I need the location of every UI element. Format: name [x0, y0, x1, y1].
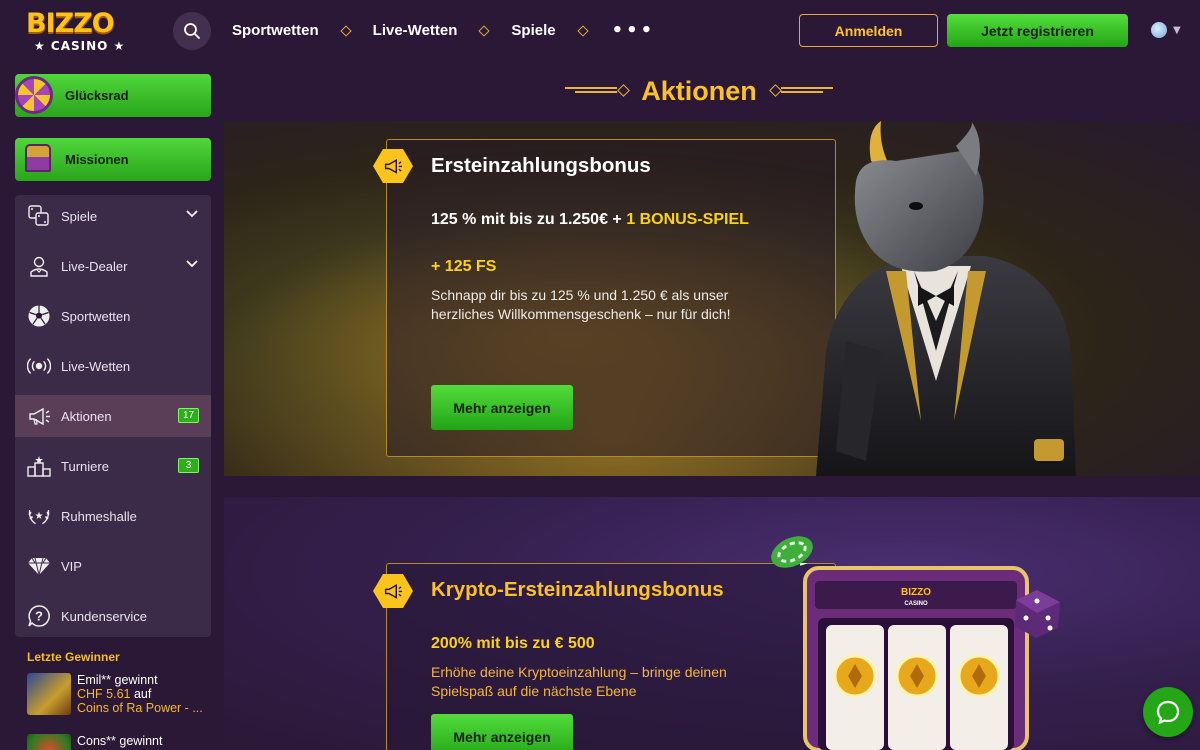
sidebar-item-live-wetten[interactable]: Live-Wetten	[15, 345, 211, 387]
sidebar-item-label: Spiele	[61, 208, 98, 224]
winner-game[interactable]: Coins of Ra Power - ...	[77, 701, 203, 715]
megaphone-icon	[27, 404, 51, 428]
show-more-button[interactable]: Mehr anzeigen	[431, 385, 573, 430]
winner-name: Cons** gewinnt	[77, 734, 163, 748]
sidebar-item-label: Ruhmeshalle	[61, 508, 137, 524]
dice-icon	[1015, 590, 1060, 638]
chevron-down-icon[interactable]	[185, 257, 199, 271]
sidebar-item-turniere[interactable]: Turniere 3	[15, 445, 211, 487]
promo-offer-extra: + 125 FS	[431, 258, 497, 275]
nav-separator	[335, 26, 357, 36]
winner-amount-line: CHF 5.61 auf	[77, 687, 151, 701]
sidebar-item-sportwetten[interactable]: Sportwetten	[15, 295, 211, 337]
count-badge: 3	[178, 458, 199, 473]
slot-logo-sub: CASINO	[904, 601, 928, 607]
nav-separator	[572, 26, 594, 36]
chevron-down-icon[interactable]	[185, 207, 199, 221]
sidebar-menu: Spiele Live-Dealer Sportwetten Live-Wett…	[15, 195, 211, 637]
promo-title: Krypto-Ersteinzahlungsbonus	[431, 578, 724, 601]
bizzo-casino-logo[interactable]: BIZZO ★ CASINO ★	[24, 8, 128, 54]
slot-machine-illustration: BIZZO CASINO	[800, 563, 1029, 750]
promo-offer: 200% mit bis zu € 500	[431, 635, 595, 652]
sidebar-item-label: Kundenservice	[61, 608, 147, 624]
nav-spiele[interactable]: Spiele	[511, 22, 555, 39]
count-badge: 17	[178, 408, 199, 423]
logo-text: BIZZO	[26, 8, 115, 39]
sidebar-item-label: Live-Dealer	[61, 258, 128, 274]
register-button[interactable]: Jetzt registrieren	[947, 14, 1128, 47]
login-button[interactable]: Anmelden	[799, 14, 938, 47]
title-ornament-right	[768, 84, 833, 98]
search-button[interactable]	[173, 12, 211, 50]
winner-item[interactable]: Emil** gewinnt CHF 5.61 auf Coins of Ra …	[27, 673, 217, 723]
live-broadcast-icon	[27, 354, 51, 378]
live-chat-button[interactable]	[1143, 687, 1193, 737]
sidebar-item-label: Live-Wetten	[61, 358, 131, 374]
slot-logo: BIZZO	[901, 587, 931, 598]
language-selector[interactable]: ▼	[1151, 22, 1181, 38]
sidebar-item-kundenservice[interactable]: ? Kundenservice	[15, 595, 211, 637]
sidebar-item-label: VIP	[61, 558, 82, 574]
chevron-down-icon: ▼	[1173, 24, 1181, 36]
promo-description: Erhöhe deine Kryptoeinzahlung – bringe d…	[431, 664, 727, 699]
help-icon: ?	[27, 604, 51, 628]
logo-subtext: ★ CASINO ★	[34, 39, 126, 53]
wheel-of-fortune-button[interactable]: Glücksrad	[15, 74, 211, 117]
winner-name: Emil** gewinnt	[77, 673, 158, 687]
top-header: BIZZO ★ CASINO ★ Sportwetten Live-Wetten…	[0, 0, 1200, 62]
poker-chip-icon	[771, 536, 813, 568]
treasure-chest-icon	[25, 144, 51, 172]
chat-bubble-icon	[1156, 700, 1180, 725]
page-title-text: Aktionen	[641, 75, 757, 106]
promo-offer-text: 125 % mit bis zu 1.250€ +	[431, 211, 627, 228]
sidebar-item-ruhmeshalle[interactable]: Ruhmeshalle	[15, 495, 211, 537]
sidebar-item-label: Aktionen	[61, 408, 112, 424]
page-title: Aktionen	[563, 74, 835, 108]
podium-icon	[27, 454, 51, 478]
soccer-ball-icon	[27, 304, 51, 328]
svg-text:?: ?	[35, 609, 43, 624]
rhino-mascot-illustration	[816, 121, 1076, 476]
title-ornament-left	[565, 84, 631, 98]
nav-separator	[473, 26, 495, 36]
winner-on: auf	[133, 687, 152, 701]
game-thumbnail[interactable]	[27, 734, 71, 750]
sidebar: Glücksrad Missionen Spiele Live-Dealer S…	[0, 62, 224, 750]
sidebar-item-live-dealer[interactable]: Live-Dealer	[15, 245, 211, 287]
show-more-button[interactable]: Mehr anzeigen	[431, 714, 573, 750]
sidebar-item-label: Turniere	[61, 458, 109, 474]
wheel-label: Glücksrad	[65, 88, 129, 103]
promo-offer: 125 % mit bis zu 1.250€ + 1 BONUS-SPIEL	[431, 211, 749, 229]
promo-title: Ersteinzahlungsbonus	[431, 154, 651, 177]
promo-offer-highlight: 1 BONUS-SPIEL	[626, 211, 749, 228]
sidebar-item-vip[interactable]: VIP	[15, 545, 211, 587]
game-thumbnail[interactable]	[27, 673, 71, 715]
missions-label: Missionen	[65, 152, 129, 167]
search-icon	[184, 23, 200, 39]
sidebar-item-aktionen[interactable]: Aktionen 17	[15, 395, 211, 437]
missions-button[interactable]: Missionen	[15, 138, 211, 181]
dealer-icon	[27, 254, 51, 278]
promo-description: Schnapp dir bis zu 125 % und 1.250 € als…	[431, 287, 731, 322]
nav-live-wetten[interactable]: Live-Wetten	[373, 22, 458, 39]
sidebar-item-spiele[interactable]: Spiele	[15, 195, 211, 237]
winner-amount: CHF 5.61	[77, 687, 131, 701]
nav-more-button[interactable]: •••	[612, 20, 656, 41]
nav-sportwetten[interactable]: Sportwetten	[232, 22, 319, 39]
sidebar-item-label: Sportwetten	[61, 308, 131, 324]
laurel-icon	[27, 504, 51, 528]
globe-icon	[1151, 22, 1167, 38]
diamond-icon	[27, 554, 51, 578]
main-nav: Sportwetten Live-Wetten Spiele •••	[232, 20, 655, 41]
wheel-icon	[15, 76, 53, 114]
games-icon	[27, 204, 51, 228]
recent-winners-title: Letzte Gewinner	[27, 650, 120, 664]
winner-item[interactable]: Cons** gewinnt	[27, 734, 217, 750]
